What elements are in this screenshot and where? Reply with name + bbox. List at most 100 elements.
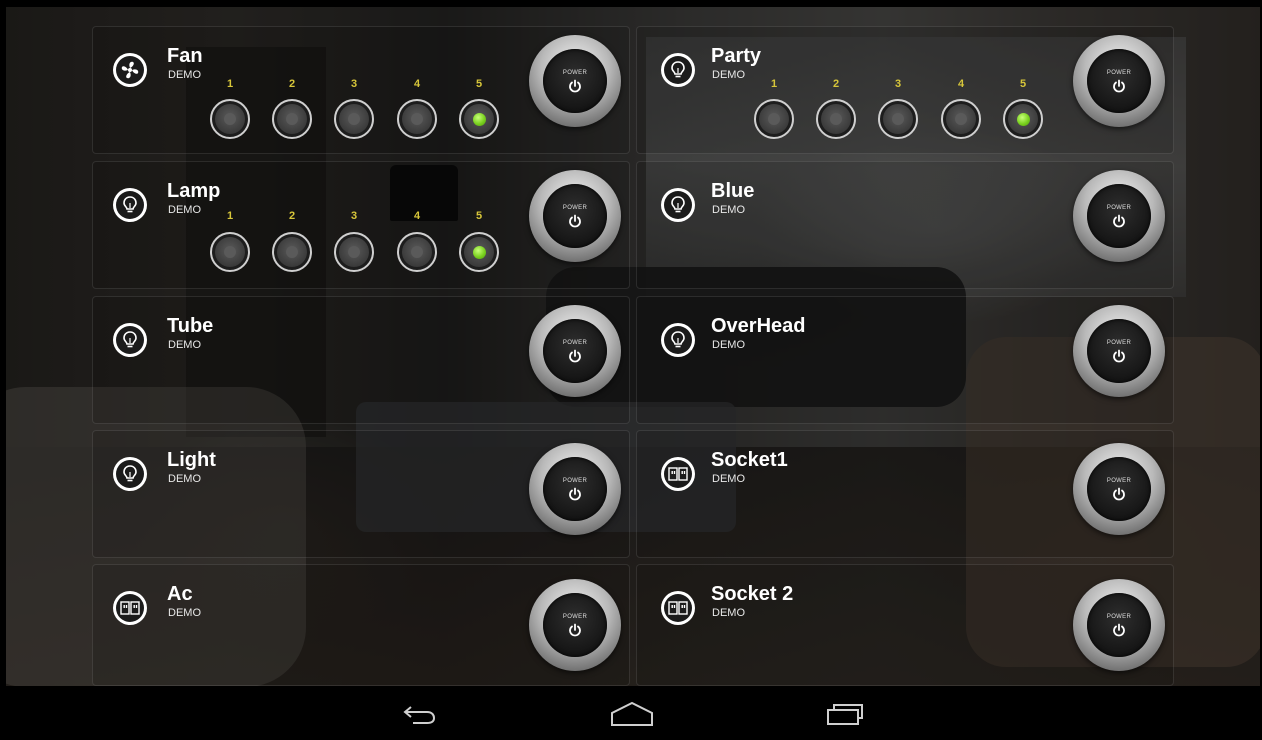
power-label: POWER — [562, 613, 588, 620]
socket-icon — [661, 591, 695, 625]
level-number-3: 3 — [894, 78, 902, 90]
level-button-5[interactable] — [459, 232, 499, 272]
level-button-2[interactable] — [272, 99, 312, 139]
back-icon — [403, 706, 436, 724]
power-button[interactable]: POWER — [1073, 443, 1165, 535]
device-subtitle: DEMO — [712, 69, 745, 81]
power-button[interactable]: POWER — [529, 35, 621, 127]
device-subtitle: DEMO — [168, 339, 201, 351]
device-subtitle: DEMO — [712, 339, 745, 351]
level-button-4[interactable] — [397, 232, 437, 272]
power-label: POWER — [562, 204, 588, 211]
power-label: POWER — [1106, 69, 1132, 76]
device-name: Party — [711, 45, 762, 67]
power-label: POWER — [562, 69, 588, 76]
fan-icon — [113, 53, 147, 87]
level-number-1: 1 — [226, 210, 234, 222]
back-button[interactable] — [392, 698, 448, 730]
power-icon — [1113, 349, 1125, 362]
power-icon — [569, 79, 581, 92]
device-subtitle: DEMO — [712, 473, 745, 485]
device-panel-lamp: Lamp DEMO 1 2 3 4 5 POWER — [92, 161, 630, 289]
device-panel-tube: Tube DEMO POWER — [92, 296, 630, 424]
device-panel-fan: Fan DEMO 1 2 3 4 5 POWER — [92, 26, 630, 154]
power-icon — [569, 349, 581, 362]
device-name: Tube — [167, 315, 214, 337]
power-label: POWER — [562, 339, 588, 346]
device-panel-overhead: OverHead DEMO POWER — [636, 296, 1174, 424]
device-subtitle: DEMO — [712, 607, 745, 619]
bulb-icon — [661, 53, 695, 87]
device-subtitle: DEMO — [168, 607, 201, 619]
device-panel-party: Party DEMO 1 2 3 4 5 POWER — [636, 26, 1174, 154]
power-icon — [1113, 623, 1125, 636]
power-label: POWER — [1106, 477, 1132, 484]
level-number-5: 5 — [475, 210, 483, 222]
level-button-3[interactable] — [334, 232, 374, 272]
device-name: OverHead — [711, 315, 806, 337]
device-subtitle: DEMO — [168, 473, 201, 485]
level-button-1[interactable] — [210, 232, 250, 272]
device-panel-socket1: Socket1 DEMO POWER — [636, 430, 1174, 558]
power-button[interactable]: POWER — [529, 305, 621, 397]
recents-icon — [827, 704, 863, 725]
power-label: POWER — [1106, 339, 1132, 346]
power-button[interactable]: POWER — [1073, 170, 1165, 262]
device-name: Light — [167, 449, 216, 471]
device-name: Socket1 — [711, 449, 788, 471]
system-navigation-bar — [0, 686, 1262, 740]
device-panel-blue: Blue DEMO POWER — [636, 161, 1174, 289]
level-button-5[interactable] — [1003, 99, 1043, 139]
power-label: POWER — [1106, 613, 1132, 620]
power-icon — [1113, 214, 1125, 227]
level-button-5[interactable] — [459, 99, 499, 139]
power-icon — [569, 214, 581, 227]
level-button-3[interactable] — [334, 99, 374, 139]
socket-icon — [113, 591, 147, 625]
device-subtitle: DEMO — [168, 69, 201, 81]
power-button[interactable]: POWER — [1073, 305, 1165, 397]
device-panel-socket2: Socket 2 DEMO POWER — [636, 564, 1174, 686]
device-name: Socket 2 — [711, 583, 794, 605]
bulb-icon — [113, 323, 147, 357]
level-button-4[interactable] — [941, 99, 981, 139]
level-number-4: 4 — [413, 210, 421, 222]
bulb-icon — [113, 457, 147, 491]
power-icon — [1113, 79, 1125, 92]
level-button-4[interactable] — [397, 99, 437, 139]
bulb-icon — [113, 188, 147, 222]
bulb-icon — [661, 323, 695, 357]
power-button[interactable]: POWER — [1073, 35, 1165, 127]
level-button-2[interactable] — [816, 99, 856, 139]
device-subtitle: DEMO — [712, 204, 745, 216]
home-button[interactable] — [604, 698, 660, 730]
power-icon — [1113, 487, 1125, 500]
level-number-1: 1 — [226, 78, 234, 90]
level-number-2: 2 — [288, 210, 296, 222]
power-button[interactable]: POWER — [529, 170, 621, 262]
level-number-3: 3 — [350, 78, 358, 90]
power-icon — [569, 487, 581, 500]
device-panel-ac: Ac DEMO POWER — [92, 564, 630, 686]
device-name: Ac — [167, 583, 193, 605]
level-number-4: 4 — [957, 78, 965, 90]
level-button-1[interactable] — [210, 99, 250, 139]
device-name: Fan — [167, 45, 203, 67]
level-number-4: 4 — [413, 78, 421, 90]
power-button[interactable]: POWER — [1073, 579, 1165, 671]
level-button-1[interactable] — [754, 99, 794, 139]
power-icon — [569, 623, 581, 636]
level-number-5: 5 — [1019, 78, 1027, 90]
socket-icon — [661, 457, 695, 491]
level-button-3[interactable] — [878, 99, 918, 139]
home-icon — [611, 701, 653, 726]
device-name: Lamp — [167, 180, 221, 202]
recents-button[interactable] — [816, 698, 872, 730]
device-panel-light: Light DEMO POWER — [92, 430, 630, 558]
power-button[interactable]: POWER — [529, 443, 621, 535]
power-button[interactable]: POWER — [529, 579, 621, 671]
level-number-5: 5 — [475, 78, 483, 90]
level-number-3: 3 — [350, 210, 358, 222]
level-number-1: 1 — [770, 78, 778, 90]
level-button-2[interactable] — [272, 232, 312, 272]
